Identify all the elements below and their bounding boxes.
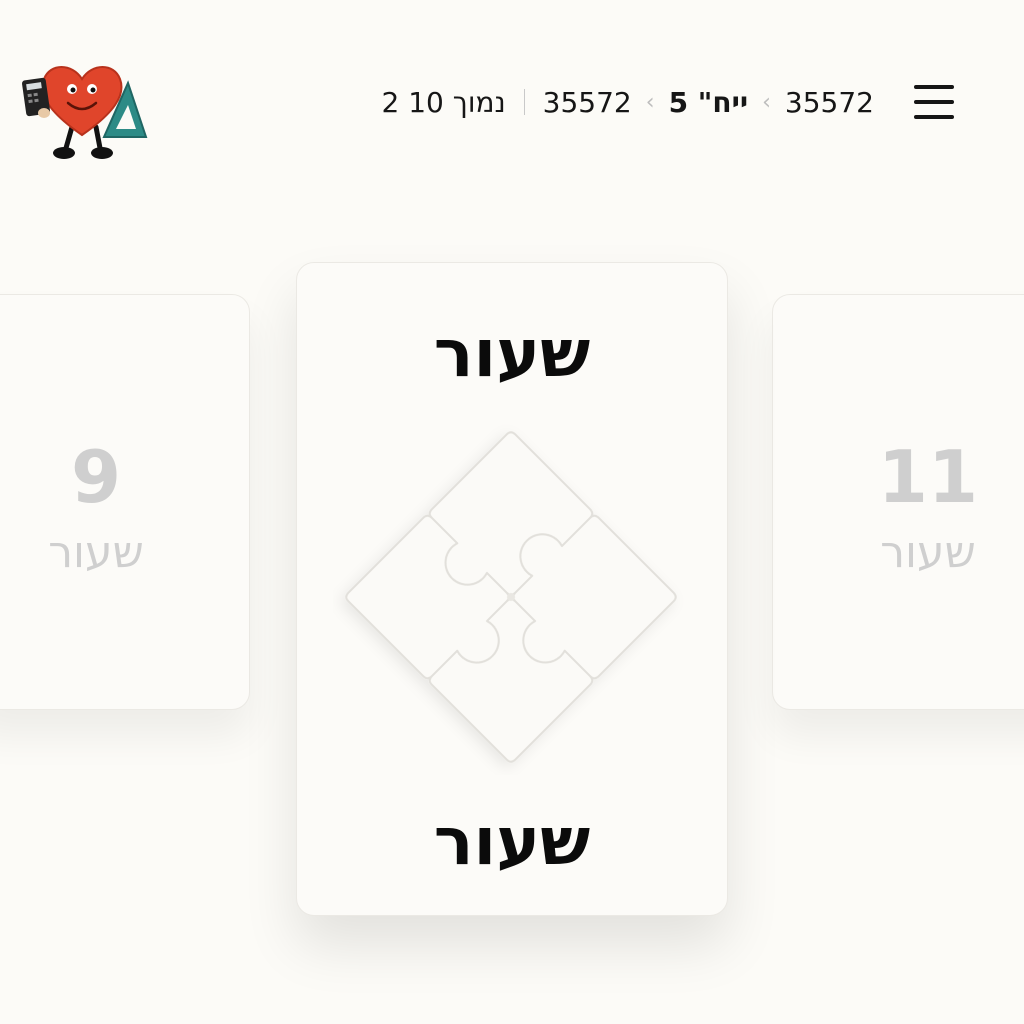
hamburger-menu-icon [914, 100, 954, 104]
heart-mascot-icon [21, 66, 148, 159]
lesson-label: שעור [880, 527, 976, 578]
menu-button[interactable] [906, 80, 962, 124]
breadcrumb-item-unit[interactable]: ייח" 5 [669, 86, 749, 119]
chevron-left-icon: ‹ [762, 89, 771, 115]
breadcrumb-divider [523, 89, 525, 115]
hamburger-menu-icon [914, 85, 954, 89]
lesson-number: 9 [70, 435, 122, 519]
lesson-card-previous[interactable]: 9 שעור [0, 294, 250, 710]
breadcrumb: 35572 ‹ ייח" 5 ‹ 35572 נמוך 10 2 [382, 80, 875, 124]
chevron-left-icon: ‹ [645, 89, 655, 115]
puzzle-pieces-icon [333, 419, 689, 775]
breadcrumb-item-code[interactable]: 35572 [543, 86, 632, 119]
lesson-number: 11 [877, 435, 979, 519]
lesson-title-top: שעור [433, 315, 591, 392]
mascot-logo[interactable] [20, 55, 155, 165]
lesson-card-next[interactable]: 11 שעור [772, 294, 1024, 710]
lesson-label: שעור [48, 527, 144, 578]
lesson-card-current[interactable]: שעור שעור [296, 262, 728, 916]
lesson-title-bottom: שעור [433, 803, 591, 880]
breadcrumb-item-level[interactable]: נמוך 10 2 [382, 86, 506, 119]
breadcrumb-item-course[interactable]: 35572 [785, 86, 874, 119]
header: 35572 ‹ ייח" 5 ‹ 35572 נמוך 10 2 [0, 0, 1024, 200]
hamburger-menu-icon [914, 115, 954, 119]
